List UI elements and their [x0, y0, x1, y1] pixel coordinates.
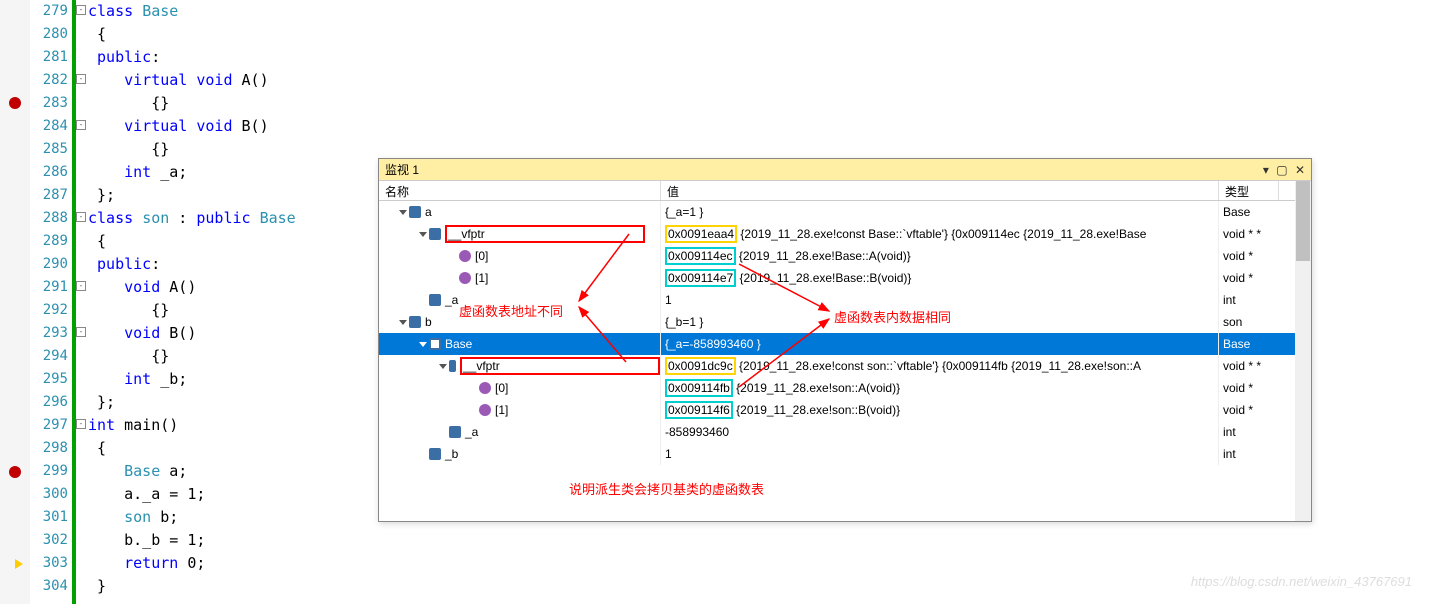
watermark: https://blog.csdn.net/weixin_43767691 — [1191, 574, 1412, 589]
scrollbar-vertical[interactable] — [1295, 181, 1311, 521]
watch-title-bar[interactable]: 监视 1 ▾ ▢ ✕ — [379, 159, 1311, 181]
watch-title-text: 监视 1 — [385, 159, 419, 180]
fold-bar[interactable]: - - - - - - - — [72, 0, 86, 604]
var-icon — [429, 448, 441, 460]
watch-window: 监视 1 ▾ ▢ ✕ 名称 值 类型 a{_a=1 }Base__vfptr0x… — [378, 158, 1312, 522]
watch-row[interactable]: __vfptr0x0091dc9c {2019_11_28.exe!const … — [379, 355, 1311, 377]
watch-row[interactable]: _b1int — [379, 443, 1311, 465]
watch-row[interactable]: [0]0x009114fb {2019_11_28.exe!son::A(voi… — [379, 377, 1311, 399]
watch-row[interactable]: _a-858993460int — [379, 421, 1311, 443]
var-icon — [449, 426, 461, 438]
fold-toggle[interactable]: - — [76, 120, 86, 130]
breakpoint-gutter[interactable] — [0, 0, 30, 604]
struct-icon — [429, 338, 441, 350]
var-icon — [429, 228, 441, 240]
fold-toggle[interactable]: - — [76, 327, 86, 337]
fold-toggle[interactable]: - — [76, 74, 86, 84]
watch-row[interactable]: _a1int — [379, 289, 1311, 311]
var-icon — [429, 294, 441, 306]
var-icon — [409, 206, 421, 218]
line-numbers: 2792802812822832842852862872882892902912… — [30, 0, 72, 604]
watch-row[interactable]: [1]0x009114f6 {2019_11_28.exe!son::B(voi… — [379, 399, 1311, 421]
maximize-icon[interactable]: ▢ — [1276, 163, 1287, 177]
fold-toggle[interactable]: - — [76, 419, 86, 429]
watch-title-buttons: ▾ ▢ ✕ — [1259, 159, 1305, 180]
fold-toggle[interactable]: - — [76, 212, 86, 222]
class-icon — [479, 382, 491, 394]
annotation-3: 说明派生类会拷贝基类的虚函数表 — [569, 479, 764, 498]
dropdown-icon[interactable]: ▾ — [1263, 163, 1269, 177]
watch-row[interactable]: b{_b=1 }son — [379, 311, 1311, 333]
class-icon — [459, 272, 471, 284]
scrollbar-thumb[interactable] — [1296, 181, 1310, 261]
breakpoint-marker[interactable] — [9, 97, 21, 109]
class-icon — [459, 250, 471, 262]
var-icon — [449, 360, 456, 372]
fold-toggle[interactable]: - — [76, 281, 86, 291]
close-icon[interactable]: ✕ — [1295, 163, 1305, 177]
class-icon — [479, 404, 491, 416]
code-area[interactable]: class Base { public: virtual void A() {}… — [88, 0, 296, 598]
col-header-type[interactable]: 类型 — [1219, 181, 1279, 200]
watch-row[interactable]: __vfptr0x0091eaa4 {2019_11_28.exe!const … — [379, 223, 1311, 245]
breakpoint-marker[interactable] — [9, 466, 21, 478]
watch-row[interactable]: [1]0x009114e7 {2019_11_28.exe!Base::B(vo… — [379, 267, 1311, 289]
watch-row[interactable]: [0]0x009114ec {2019_11_28.exe!Base::A(vo… — [379, 245, 1311, 267]
col-header-name[interactable]: 名称 — [379, 181, 661, 200]
fold-toggle[interactable]: - — [76, 5, 86, 15]
watch-row[interactable]: a{_a=1 }Base — [379, 201, 1311, 223]
current-line-marker — [15, 559, 23, 569]
col-header-value[interactable]: 值 — [661, 181, 1219, 200]
watch-body[interactable]: a{_a=1 }Base__vfptr0x0091eaa4 {2019_11_2… — [379, 201, 1311, 465]
watch-column-header[interactable]: 名称 值 类型 — [379, 181, 1311, 201]
var-icon — [409, 316, 421, 328]
watch-row[interactable]: Base{_a=-858993460 }Base — [379, 333, 1311, 355]
